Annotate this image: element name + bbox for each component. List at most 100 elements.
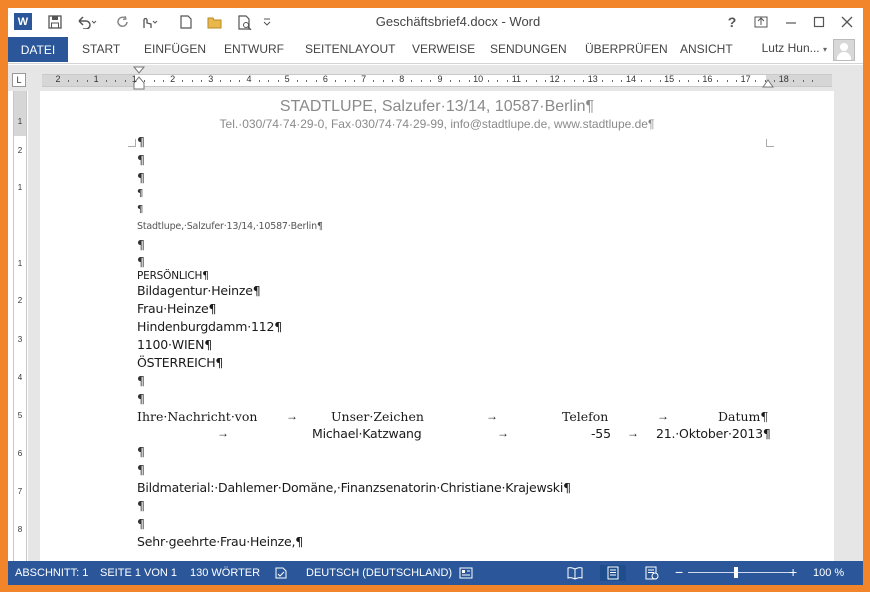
read-mode-icon[interactable] [567, 565, 583, 581]
address-line: PERSÖNLICH¶ [137, 270, 209, 282]
vertical-ruler[interactable]: 1 2 1 1 2 3 4 5 6 7 8 [13, 91, 27, 561]
ruler-tick [105, 80, 107, 82]
empty-paragraph: ¶ [137, 444, 145, 459]
tab-seitenlayout[interactable]: SEITENLAYOUT [297, 36, 403, 62]
ruler-tick [143, 80, 145, 82]
open-icon[interactable] [204, 12, 226, 32]
tab-file[interactable]: DATEI [8, 37, 68, 62]
status-bar: ABSCHNITT: 1 SEITE 1 VON 1 130 WÖRTER DE… [8, 561, 863, 585]
ruler-tick [191, 80, 193, 82]
horizontal-ruler[interactable]: 2 1 1 2 3 4 5 6 7 8 9 10 11 12 13 14 15 16 17 18 [42, 66, 832, 90]
ruler-tick [602, 80, 604, 82]
tab-ueberpruefen[interactable]: ÜBERPRÜFEN [577, 36, 676, 62]
address-line: Frau·Heinze¶ [137, 301, 217, 316]
ruler-number: 1 [17, 117, 23, 126]
tab-verweise[interactable]: VERWEISE [404, 36, 483, 62]
letterhead-title: STADTLUPE, Salzufer·13/14, 10587·Berlin¶ [279, 98, 595, 115]
redo-icon[interactable] [112, 12, 134, 32]
subject-line: Bildmaterial:·Dahlemer·Domäne,·Finanzsen… [137, 480, 571, 495]
ruler-tick [306, 80, 308, 82]
ribbon-display-icon[interactable] [748, 12, 774, 32]
tab-arrow-icon: → [627, 426, 639, 440]
proofing-icon[interactable] [273, 565, 289, 581]
new-document-icon[interactable] [176, 12, 196, 32]
zoom-slider-thumb[interactable] [734, 567, 738, 578]
user-avatar[interactable] [833, 39, 855, 61]
tab-arrow-icon: → [286, 409, 298, 423]
ruler-number: 17 [740, 74, 751, 84]
empty-paragraph: ¶ [137, 254, 145, 269]
close-icon[interactable] [834, 12, 860, 32]
status-section[interactable]: ABSCHNITT: 1 [15, 567, 88, 579]
macro-record-icon[interactable] [458, 565, 474, 581]
print-layout-icon[interactable] [600, 565, 626, 581]
ruler-number: 4 [246, 74, 252, 84]
ruler-number: 10 [473, 74, 484, 84]
customize-icon[interactable] [260, 12, 274, 32]
ruler-number: 3 [208, 74, 214, 84]
ruler-tick [688, 80, 690, 82]
tab-ansicht[interactable]: ANSICHT [672, 36, 741, 62]
ruler-number: 4 [17, 373, 23, 382]
ref-label-zeichen: Unser·Zeichen [331, 409, 424, 424]
ruler-number: 13 [587, 74, 598, 84]
sender-line: Stadtlupe,·Salzufer·13/14,·10587·Berlin¶ [137, 221, 323, 232]
word-window: W Geschäftsbrief4.docx - Word ? DATEI ST… [8, 8, 863, 585]
status-language[interactable]: DEUTSCH (DEUTSCHLAND) [306, 567, 452, 579]
ruler-number: 1 [131, 74, 137, 84]
web-layout-icon[interactable] [644, 565, 660, 581]
ruler-number: 11 [511, 74, 522, 84]
user-name[interactable]: Lutz Hun... ▾ [762, 41, 827, 55]
zoom-in-button[interactable]: + [789, 564, 797, 580]
status-words[interactable]: 130 WÖRTER [190, 567, 260, 579]
minimize-icon[interactable] [778, 12, 804, 32]
text-cursor [331, 409, 332, 424]
ruler-number: 8 [17, 525, 23, 534]
ruler-tick [182, 80, 184, 82]
print-preview-icon[interactable] [234, 12, 256, 32]
undo-icon[interactable] [72, 12, 102, 32]
ruler-tick [229, 80, 231, 82]
ruler-number: 5 [17, 411, 23, 420]
help-icon[interactable]: ? [719, 12, 745, 32]
window-title: Geschäftsbrief4.docx - Word [375, 14, 541, 29]
tab-einfuegen[interactable]: EINFÜGEN [136, 36, 214, 62]
tab-sendungen[interactable]: SENDUNGEN [482, 36, 575, 62]
ruler-number: 2 [170, 74, 176, 84]
save-icon[interactable] [44, 12, 66, 32]
ruler-number: 9 [437, 74, 443, 84]
ruler-tick [640, 80, 642, 82]
zoom-out-button[interactable]: − [675, 564, 683, 580]
zoom-level[interactable]: 100 % [813, 567, 844, 579]
ruler-number: 15 [664, 74, 675, 84]
ref-label-nachricht: Ihre·Nachricht·von [137, 409, 258, 424]
status-page[interactable]: SEITE 1 VON 1 [100, 567, 177, 579]
empty-paragraph: ¶ [137, 498, 145, 513]
ruler-tick [564, 80, 566, 82]
maximize-icon[interactable] [806, 12, 832, 32]
ruler-tick [115, 80, 117, 82]
empty-paragraph: ¶ [137, 237, 145, 252]
ruler-tick [755, 80, 757, 82]
ruler-tick [525, 80, 527, 82]
ruler-number: 7 [361, 74, 367, 84]
ruler-tick [334, 80, 336, 82]
ruler-tick [716, 80, 718, 82]
ruler-tick [573, 80, 575, 82]
document-page[interactable]: STADTLUPE, Salzufer·13/14, 10587·Berlin¶… [40, 91, 834, 561]
tab-selector-icon[interactable]: L [12, 73, 26, 87]
ruler-tick [535, 80, 537, 82]
word-app-icon[interactable]: W [14, 13, 32, 30]
zoom-slider[interactable] [688, 572, 792, 573]
ref-value-datum: 21.·Oktober·2013¶ [656, 426, 771, 441]
ruler-number: 1 [17, 183, 23, 192]
tab-entwurf[interactable]: ENTWURF [216, 36, 292, 62]
address-line: Hindenburgdamm·112¶ [137, 319, 282, 334]
ruler-number: 1 [93, 74, 99, 84]
touch-mode-icon[interactable] [136, 12, 162, 32]
empty-paragraph: ¶ [137, 188, 144, 199]
ruler-number: 5 [284, 74, 290, 84]
ruler-tick [497, 80, 499, 82]
tab-start[interactable]: START [74, 36, 128, 62]
ruler-number: 7 [17, 487, 23, 496]
